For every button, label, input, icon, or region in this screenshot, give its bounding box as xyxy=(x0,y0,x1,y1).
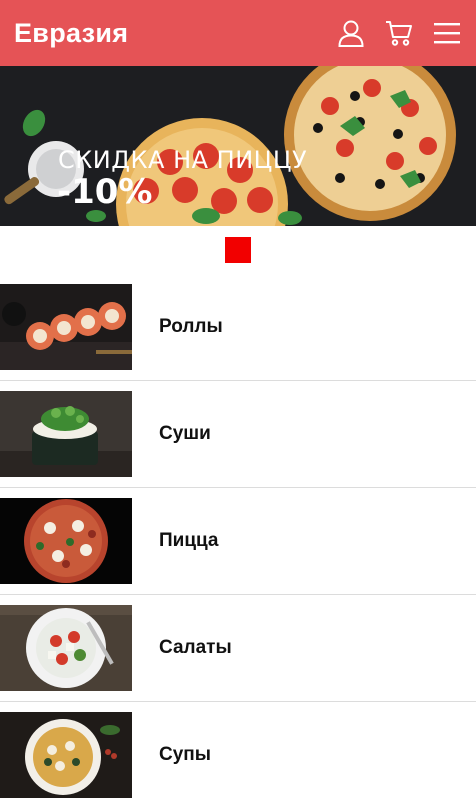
category-salad[interactable]: Салаты xyxy=(0,595,476,702)
category-image-salad xyxy=(0,605,132,691)
category-sushi[interactable]: Суши xyxy=(0,381,476,488)
category-label: Салаты xyxy=(159,637,232,658)
user-icon[interactable] xyxy=(336,18,366,48)
category-soup[interactable]: Супы xyxy=(0,702,476,800)
banner-title: СКИДКА НА ПИЦЦУ xyxy=(58,146,308,174)
carousel-indicators xyxy=(0,226,476,274)
menu-icon[interactable] xyxy=(432,18,462,48)
app-logo[interactable]: Евразия xyxy=(14,18,128,49)
category-image-sushi xyxy=(0,391,132,477)
header-actions xyxy=(336,0,462,66)
category-pizza[interactable]: Пицца xyxy=(0,488,476,595)
category-label: Суши xyxy=(159,423,211,444)
category-image-pizza xyxy=(0,498,132,584)
promo-banner[interactable]: СКИДКА НА ПИЦЦУ -10% xyxy=(0,66,476,226)
category-list: Роллы Суши Пицца Салаты Супы xyxy=(0,274,476,800)
category-label: Супы xyxy=(159,744,211,765)
carousel-dot-active[interactable] xyxy=(225,237,251,263)
category-image-soup xyxy=(0,712,132,798)
banner-discount: -10% xyxy=(57,172,153,212)
cart-icon[interactable] xyxy=(384,18,414,48)
category-image-rolls xyxy=(0,284,132,370)
category-label: Роллы xyxy=(159,316,223,337)
app-header: Евразия xyxy=(0,0,476,66)
category-rolls[interactable]: Роллы xyxy=(0,274,476,381)
category-label: Пицца xyxy=(159,530,219,551)
